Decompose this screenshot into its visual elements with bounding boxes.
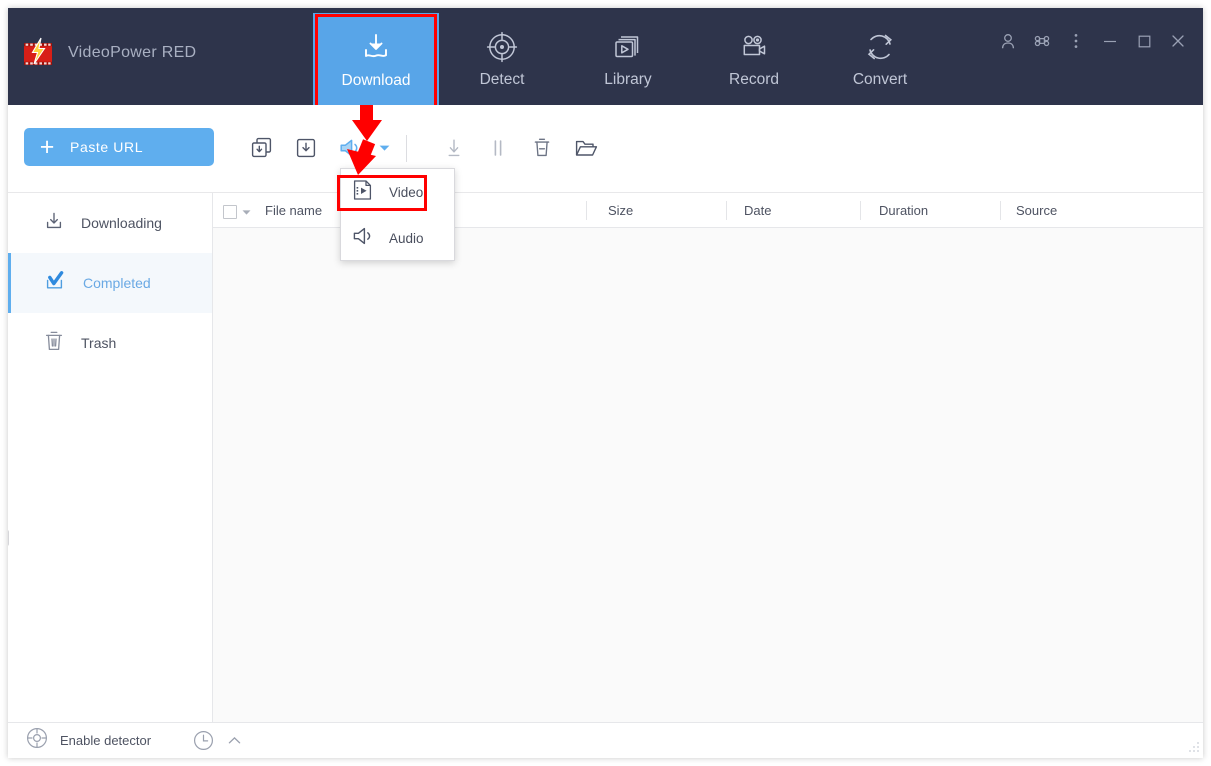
sidebar-collapse-handle[interactable] <box>8 530 9 546</box>
chevron-down-icon[interactable] <box>372 133 396 163</box>
maximize-icon[interactable] <box>1127 26 1161 56</box>
clock-icon[interactable] <box>193 730 214 751</box>
toolbar-left-icon-group <box>240 133 417 163</box>
nav-tab-record-label: Record <box>729 70 779 88</box>
dropdown-item-audio[interactable]: Audio <box>341 215 454 261</box>
nav-tab-record[interactable]: Record <box>691 13 817 105</box>
minimize-icon[interactable] <box>1093 26 1127 56</box>
nav-tab-download-label: Download <box>341 71 411 89</box>
nav-tab-convert[interactable]: Convert <box>817 13 943 105</box>
delete-icon[interactable] <box>520 133 564 163</box>
library-play-icon <box>611 30 645 64</box>
main-navigation: Download Detect Library Record Convert <box>313 13 943 105</box>
command-icon[interactable] <box>1025 26 1059 56</box>
checkbox-box <box>223 205 237 219</box>
column-divider <box>1000 201 1001 220</box>
toolbar: + Paste URL <box>8 105 1203 193</box>
detector-target-icon <box>26 727 48 754</box>
detect-target-icon <box>485 30 519 64</box>
nav-tab-convert-label: Convert <box>852 70 908 88</box>
batch-download-icon[interactable] <box>240 133 284 163</box>
column-header-file-name[interactable]: File name <box>265 203 322 218</box>
sidebar-item-trash[interactable]: Trash <box>8 313 212 373</box>
sidebar-item-trash-label: Trash <box>81 335 117 351</box>
nav-tab-download[interactable]: Download <box>313 13 439 105</box>
resize-grip[interactable] <box>1186 741 1200 755</box>
sidebar-item-completed[interactable]: Completed <box>8 253 212 313</box>
chevron-up-icon[interactable] <box>228 736 241 745</box>
sidebar-item-completed-label: Completed <box>83 275 151 291</box>
toolbar-right-icon-group <box>432 133 608 163</box>
video-file-icon <box>351 178 375 207</box>
sidebar-item-downloading[interactable]: Downloading <box>8 193 212 253</box>
table-body-empty <box>213 228 1203 722</box>
speaker-icon <box>351 224 375 253</box>
close-icon[interactable] <box>1161 26 1195 56</box>
dropdown-item-video-label: Video <box>389 184 424 200</box>
paste-url-label: Paste URL <box>70 139 144 155</box>
sidebar-item-downloading-label: Downloading <box>81 215 162 231</box>
record-camcorder-icon <box>737 30 771 64</box>
checkbox-dropdown-icon[interactable] <box>242 203 251 221</box>
sidebar: Downloading Completed Trash <box>8 193 213 722</box>
downloading-arrow-icon <box>43 209 65 238</box>
toolbar-divider <box>406 134 407 162</box>
film-lightning-logo-icon <box>21 36 55 70</box>
single-download-icon[interactable] <box>284 133 328 163</box>
column-header-date[interactable]: Date <box>744 203 771 218</box>
enable-detector-button[interactable]: Enable detector <box>26 727 151 754</box>
audio-format-icon[interactable] <box>328 133 372 163</box>
completed-check-icon <box>43 269 67 298</box>
column-header-source[interactable]: Source <box>1016 203 1057 218</box>
window-controls <box>991 26 1195 56</box>
app-title: VideoPower RED <box>68 44 197 61</box>
nav-tab-detect-label: Detect <box>479 70 525 88</box>
start-download-icon[interactable] <box>432 133 476 163</box>
column-divider <box>860 201 861 220</box>
column-header-duration[interactable]: Duration <box>879 203 928 218</box>
plus-icon: + <box>39 132 55 161</box>
select-all-checkbox[interactable] <box>223 203 251 221</box>
column-header-size[interactable]: Size <box>608 203 633 218</box>
column-divider <box>726 201 727 220</box>
pause-icon[interactable] <box>476 133 520 163</box>
download-list-panel: File name Size Date Duration Source <box>213 193 1203 722</box>
brand: VideoPower RED <box>21 36 196 70</box>
title-bar: VideoPower RED Download Detect Library R… <box>8 8 1203 109</box>
status-bar: Enable detector <box>8 722 1203 758</box>
account-icon[interactable] <box>991 26 1025 56</box>
dropdown-item-video[interactable]: Video <box>341 169 454 215</box>
nav-tab-detect[interactable]: Detect <box>439 13 565 105</box>
more-options-icon[interactable] <box>1059 26 1093 56</box>
dropdown-item-audio-label: Audio <box>389 230 424 246</box>
column-divider <box>586 201 587 220</box>
convert-refresh-icon <box>863 30 897 64</box>
enable-detector-label: Enable detector <box>60 733 152 748</box>
trash-bin-icon <box>43 329 65 358</box>
nav-tab-library[interactable]: Library <box>565 13 691 105</box>
format-dropdown-menu: Video Audio <box>340 168 455 261</box>
nav-tab-library-label: Library <box>604 70 652 88</box>
application-window: VideoPower RED Download Detect Library R… <box>8 8 1203 758</box>
open-folder-icon[interactable] <box>564 133 608 163</box>
paste-url-button[interactable]: + Paste URL <box>24 128 214 166</box>
download-tray-icon <box>358 29 394 65</box>
